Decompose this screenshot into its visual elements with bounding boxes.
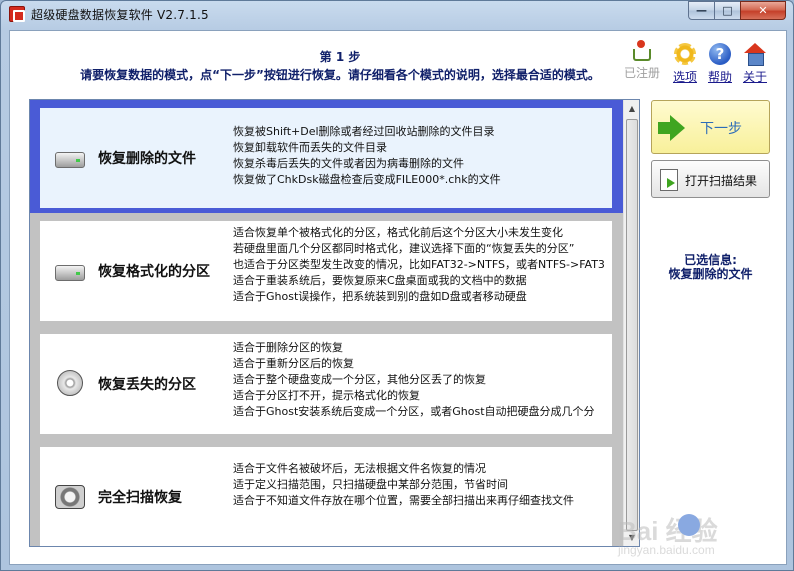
mode-description: 恢复被Shift+Del删除或者经过回收站删除的文件目录 恢复卸载软件而丢失的文… (233, 124, 501, 188)
mode-name: 恢复删除的文件 (98, 151, 196, 167)
selected-info-value: 恢复删除的文件 (668, 267, 753, 281)
mode-name: 恢复丢失的分区 (98, 377, 196, 393)
desc-line: 适合于不知道文件存放在哪个位置，需要全部扫描出来再仔细查找文件 (233, 494, 574, 507)
mode-name: 完全扫描恢复 (98, 490, 182, 506)
mode-recover-deleted[interactable]: 恢复删除的文件 恢复被Shift+Del删除或者经过回收站删除的文件目录 恢复卸… (30, 100, 623, 216)
cart-icon (633, 40, 651, 61)
scroll-up-icon[interactable]: ▲ (624, 100, 639, 117)
open-scan-result-button[interactable]: 打开扫描结果 (651, 160, 770, 198)
hard-disk-icon (55, 148, 85, 170)
mode-recover-formatted[interactable]: 恢复格式化的分区 适合恢复单个被格式化的分区，格式化前后这个分区大小未发生变化 … (30, 213, 623, 329)
help-button[interactable]: ? 帮助 (700, 43, 740, 85)
next-step-label: 下一步 (700, 121, 742, 137)
client-area: 第 1 步 请要恢复数据的模式，点“下一步”按钮进行恢复。请仔细看各个模式的说明… (9, 30, 787, 565)
mode-card[interactable]: 恢复丢失的分区 适合于删除分区的恢复 适合于重新分区后的恢复 适合于整个硬盘变成… (40, 334, 612, 434)
next-step-button[interactable]: 下一步 (651, 100, 770, 154)
desc-line: 适合于Ghost误操作，把系统装到别的盘如D盘或者移动硬盘 (233, 290, 527, 303)
mode-card[interactable]: 恢复格式化的分区 适合恢复单个被格式化的分区，格式化前后这个分区大小未发生变化 … (40, 221, 612, 321)
register-button: 已注册 (622, 40, 662, 81)
desc-line: 也适合于分区类型发生改变的情况，比如FAT32->NTFS，或者NTFS->FA… (233, 258, 605, 271)
close-button[interactable]: ✕ (740, 1, 786, 20)
watermark-url: jingyan.baidu.com (618, 543, 715, 557)
hard-disk-icon (55, 261, 85, 283)
scan-disk-icon (55, 485, 85, 509)
app-icon[interactable] (9, 6, 25, 22)
mode-card[interactable]: 完全扫描恢复 适合于文件名被破坏后，无法根据文件名恢复的情况 适于定义扫描范围，… (40, 447, 612, 546)
help-label[interactable]: 帮助 (700, 68, 740, 85)
desc-line: 适于定义扫描范围，只扫描硬盘中某部分范围，节省时间 (233, 478, 508, 491)
register-label: 已注册 (623, 66, 660, 80)
mode-recover-lost-partition[interactable]: 恢复丢失的分区 适合于删除分区的恢复 适合于重新分区后的恢复 适合于整个硬盘变成… (30, 326, 623, 442)
desc-line: 适合于分区打不开，提示格式化的恢复 (233, 389, 420, 402)
options-label[interactable]: 选项 (665, 68, 705, 85)
help-icon: ? (709, 43, 731, 65)
desc-line: 适合于Ghost安装系统后变成一个分区，或者Ghost自动把硬盘分成几个分 (233, 405, 595, 418)
minimize-button[interactable]: — (688, 1, 715, 20)
desc-line: 适合恢复单个被格式化的分区，格式化前后这个分区大小未发生变化 (233, 226, 563, 239)
home-icon (744, 43, 766, 66)
options-button[interactable]: 选项 (665, 43, 705, 85)
paw-icon (678, 514, 700, 536)
step-title: 第 1 步 (319, 50, 361, 64)
desc-line: 恢复做了ChkDsk磁盘检查后变成FILE000*.chk的文件 (233, 173, 501, 186)
open-document-icon (660, 169, 678, 191)
mode-description: 适合恢复单个被格式化的分区，格式化前后这个分区大小未发生变化 若硬盘里面几个分区… (233, 225, 605, 305)
mode-name: 恢复格式化的分区 (98, 264, 210, 280)
open-scan-result-label: 打开扫描结果 (685, 174, 758, 188)
mode-description: 适合于文件名被破坏后，无法根据文件名恢复的情况 适于定义扫描范围，只扫描硬盘中某… (233, 461, 574, 509)
desc-line: 恢复被Shift+Del删除或者经过回收站删除的文件目录 (233, 125, 495, 138)
title-bar[interactable]: 超级硬盘数据恢复软件 V2.7.1.5 — □ ✕ (1, 1, 793, 27)
arrow-right-icon (658, 115, 686, 141)
desc-line: 适合于文件名被破坏后，无法根据文件名恢复的情况 (233, 462, 486, 475)
desc-line: 适合于重装系统后，要恢复原来C盘桌面或我的文档中的数据 (233, 274, 527, 287)
maximize-button[interactable]: □ (714, 1, 741, 20)
gear-icon (674, 43, 696, 65)
window-title: 超级硬盘数据恢复软件 V2.7.1.5 (31, 8, 209, 22)
baidu-watermark: Bai 经验 jingyan.baidu.com (618, 509, 783, 559)
mode-list[interactable]: 恢复删除的文件 恢复被Shift+Del删除或者经过回收站删除的文件目录 恢复卸… (29, 99, 640, 547)
about-label[interactable]: 关于 (735, 68, 775, 85)
desc-line: 适合于整个硬盘变成一个分区，其他分区丢了的恢复 (233, 373, 486, 386)
vertical-scrollbar[interactable]: ▲ ▼ (623, 100, 639, 546)
scroll-thumb[interactable] (626, 119, 638, 531)
step-instruction: 请要恢复数据的模式，点“下一步”按钮进行恢复。请仔细看各个模式的说明，选择最合适… (80, 68, 600, 82)
app-window: 超级硬盘数据恢复软件 V2.7.1.5 — □ ✕ 第 1 步 请要恢复数据的模… (0, 0, 794, 571)
mode-description: 适合于删除分区的恢复 适合于重新分区后的恢复 适合于整个硬盘变成一个分区，其他分… (233, 340, 595, 420)
about-button[interactable]: 关于 (735, 43, 775, 85)
desc-line: 恢复杀毒后丢失的文件或者因为病毒删除的文件 (233, 157, 464, 170)
desc-line: 恢复卸载软件而丢失的文件目录 (233, 141, 387, 154)
desc-line: 若硬盘里面几个分区都同时格式化，建议选择下面的“恢复丢失的分区” (233, 242, 575, 255)
disk-platter-icon (55, 370, 85, 396)
desc-line: 适合于删除分区的恢复 (233, 341, 343, 354)
mode-card[interactable]: 恢复删除的文件 恢复被Shift+Del删除或者经过回收站删除的文件目录 恢复卸… (40, 108, 612, 208)
desc-line: 适合于重新分区后的恢复 (233, 357, 354, 370)
mode-full-scan[interactable]: 完全扫描恢复 适合于文件名被破坏后，无法根据文件名恢复的情况 适于定义扫描范围，… (30, 439, 623, 546)
